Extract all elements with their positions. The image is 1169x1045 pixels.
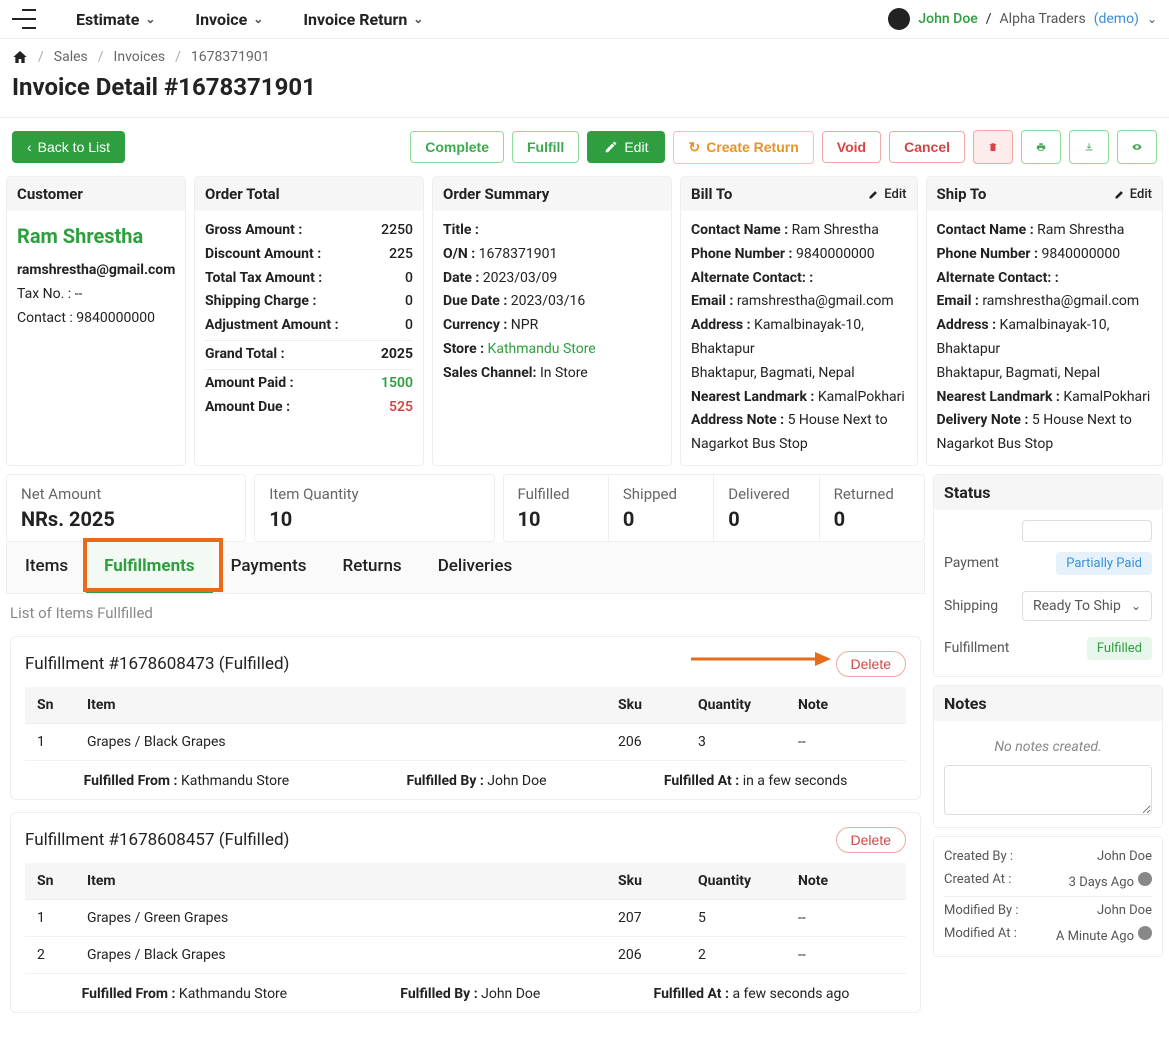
user-name: John Doe [918,11,977,27]
table-row: 1 Grapes / Black Grapes 206 3 -- [25,723,906,760]
toolbar: ‹ Back to List Complete Fulfill Edit ↻ C… [0,117,1169,176]
create-return-button[interactable]: ↻ Create Return [673,131,813,164]
tabs: Items Fulfillments Payments Returns Deli… [6,542,925,594]
invoice-status-select[interactable] [1022,520,1152,542]
nav-invoice[interactable]: Invoice⌄ [195,10,263,29]
fulfillment-badge: Fulfilled [1087,637,1152,660]
delete-icon-button[interactable] [973,130,1013,164]
breadcrumb: / Sales / Invoices / 1678371901 [0,39,1169,69]
trash-icon [988,140,998,154]
ship-to-card: Ship To Edit Contact Name : Ram Shrestha… [926,176,1164,466]
order-total-card: Order Total Gross Amount :2250 Discount … [194,176,424,466]
demo-badge: (demo) [1094,11,1139,27]
chevron-down-icon: ⌄ [253,12,263,26]
chevron-down-icon: ⌄ [413,12,423,26]
customer-card: Customer Ram Shrestha ramshrestha@gmail.… [6,176,186,466]
tab-fulfillments[interactable]: Fulfillments [86,542,212,593]
download-button[interactable] [1069,130,1109,164]
chevron-down-icon: ⌄ [145,12,155,26]
fulfill-button[interactable]: Fulfill [512,131,579,163]
print-button[interactable] [1021,130,1061,164]
fulfillment-card: Fulfillment #1678608457 (Fulfilled) Dele… [10,812,921,1013]
notes-empty: No notes created. [944,729,1152,765]
chevron-down-icon: ⌄ [1131,599,1141,613]
metric-split: Fulfilled10 Shipped0 Delivered0 Returned… [503,474,926,542]
pencil-icon [868,188,880,200]
fulfillment-title: Fulfillment #1678608457 (Fulfilled) [25,830,289,850]
customer-name[interactable]: Ram Shrestha [17,219,175,253]
breadcrumb-id: 1678371901 [191,49,270,65]
bill-to-header: Bill To [691,185,732,203]
download-icon [1084,140,1094,154]
fulfillment-title: Fulfillment #1678608473 (Fulfilled) [25,654,289,674]
edit-button[interactable]: Edit [587,131,665,163]
status-card: Status PaymentPartially Paid ShippingRea… [933,474,1163,677]
shipping-select[interactable]: Ready To Ship⌄ [1022,591,1152,621]
info-icon[interactable] [1138,872,1152,886]
page-title: Invoice Detail #1678371901 [0,69,1169,117]
back-button[interactable]: ‹ Back to List [12,131,125,163]
customer-header: Customer [7,177,185,211]
order-total-header: Order Total [195,177,423,211]
tab-deliveries[interactable]: Deliveries [420,542,531,593]
meta-card: Created By :John Doe Created At :3 Days … [933,836,1163,957]
complete-button[interactable]: Complete [410,131,504,163]
section-subtitle: List of Items Fullfilled [6,594,925,632]
store-link[interactable]: Kathmandu Store [488,341,596,357]
org-name: Alpha Traders [1000,11,1086,27]
notes-textarea[interactable] [944,765,1152,815]
chevron-down-icon: ⌄ [1147,12,1157,26]
void-button[interactable]: Void [822,131,881,163]
view-button[interactable] [1117,130,1157,164]
fulfillment-delete-button[interactable]: Delete [836,827,906,853]
top-nav: Estimate⌄ Invoice⌄ Invoice Return⌄ John … [0,0,1169,39]
chevron-left-icon: ‹ [27,139,32,155]
metrics-row: Net Amount NRs. 2025 Item Quantity 10 Fu… [6,474,925,542]
fulfillment-card: Fulfillment #1678608473 (Fulfilled) Dele… [10,636,921,800]
eye-icon [1132,140,1142,154]
nav-estimate[interactable]: Estimate⌄ [76,10,155,29]
user-menu[interactable]: John Doe / Alpha Traders (demo) ⌄ [888,8,1157,30]
home-icon[interactable] [12,49,28,65]
pencil-icon [604,140,618,154]
table-row: 2 Grapes / Black Grapes 206 2 -- [25,936,906,973]
tab-returns[interactable]: Returns [325,542,420,593]
refresh-icon: ↻ [688,139,700,156]
menu-toggle-icon[interactable] [12,9,36,29]
nav-invoice-return[interactable]: Invoice Return⌄ [303,10,423,29]
fulfillment-table: Sn Item Sku Quantity Note 1 Grapes / Gre… [25,863,906,974]
ship-to-header: Ship To [937,185,987,203]
tab-items[interactable]: Items [7,542,86,593]
metric-net: Net Amount NRs. 2025 [6,474,246,542]
breadcrumb-invoices[interactable]: Invoices [114,49,166,65]
payment-badge: Partially Paid [1056,552,1152,575]
info-icon[interactable] [1138,926,1152,940]
tab-payments[interactable]: Payments [213,542,325,593]
breadcrumb-sales[interactable]: Sales [54,49,88,65]
order-summary-header: Order Summary [433,177,671,211]
fulfillment-delete-button[interactable]: Delete [836,651,906,677]
fulfillment-table: Sn Item Sku Quantity Note 1 Grapes / Bla… [25,687,906,761]
pencil-icon [1114,188,1126,200]
customer-email: ramshrestha@gmail.com [17,259,175,283]
order-summary-card: Order Summary Title : O/N : 1678371901 D… [432,176,672,466]
bill-to-card: Bill To Edit Contact Name : Ram Shrestha… [680,176,918,466]
bill-to-edit[interactable]: Edit [868,187,906,202]
notes-card: Notes No notes created. [933,685,1163,828]
metric-qty: Item Quantity 10 [254,474,494,542]
cancel-button[interactable]: Cancel [889,131,965,163]
ship-to-edit[interactable]: Edit [1114,187,1152,202]
table-row: 1 Grapes / Green Grapes 207 5 -- [25,899,906,936]
github-icon [888,8,910,30]
print-icon [1036,140,1046,154]
